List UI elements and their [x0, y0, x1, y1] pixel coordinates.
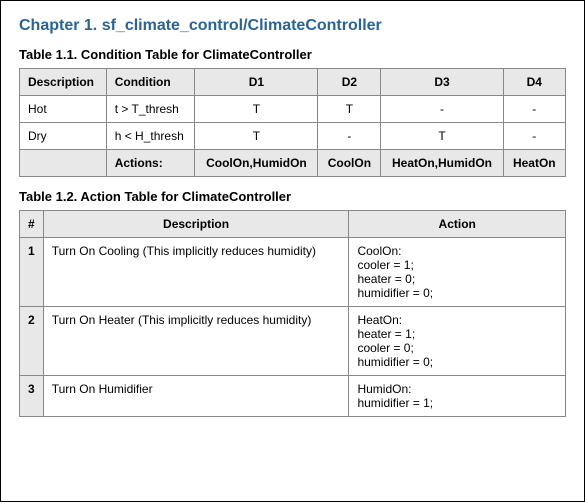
table-row: Dryh < H_threshT-T- — [20, 123, 566, 150]
col-condition: Condition — [106, 69, 195, 96]
cell-action-d1: CoolOn,HumidOn — [195, 150, 318, 177]
action-table-body: 1Turn On Cooling (This implicitly reduce… — [20, 238, 566, 417]
col-d1: D1 — [195, 69, 318, 96]
cell-d4: - — [503, 96, 565, 123]
cell-description: Dry — [20, 123, 107, 150]
table-header-row: # Description Action — [20, 211, 566, 238]
cell-d3: T — [381, 123, 503, 150]
cell-description: Turn On Humidifier — [43, 376, 349, 417]
col-d4: D4 — [503, 69, 565, 96]
col-d2: D2 — [318, 69, 381, 96]
cell-num: 3 — [20, 376, 44, 417]
cell-d2: - — [318, 123, 381, 150]
document-page: Chapter 1. sf_climate_control/ClimateCon… — [0, 0, 585, 502]
cell-num: 1 — [20, 238, 44, 307]
cell-num: 2 — [20, 307, 44, 376]
col-action: Action — [349, 211, 566, 238]
table-row: 2Turn On Heater (This implicitly reduces… — [20, 307, 566, 376]
cell-action-d4: HeatOn — [503, 150, 565, 177]
cell-description: Turn On Heater (This implicitly reduces … — [43, 307, 349, 376]
col-description: Description — [43, 211, 349, 238]
col-d3: D3 — [381, 69, 503, 96]
col-num: # — [20, 211, 44, 238]
cell-d1: T — [195, 96, 318, 123]
condition-table: Description Condition D1 D2 D3 D4 Hott >… — [19, 68, 566, 177]
action-table: # Description Action 1Turn On Cooling (T… — [19, 210, 566, 417]
cell-actions-label: Actions: — [106, 150, 195, 177]
cell-d2: T — [318, 96, 381, 123]
cell-description: Hot — [20, 96, 107, 123]
condition-table-body: Hott > T_threshTT--Dryh < H_threshT-T-Ac… — [20, 96, 566, 177]
cell-action-d2: CoolOn — [318, 150, 381, 177]
col-description: Description — [20, 69, 107, 96]
cell-condition: t > T_thresh — [106, 96, 195, 123]
actions-row: Actions:CoolOn,HumidOnCoolOnHeatOn,Humid… — [20, 150, 566, 177]
cell-action: HumidOn: humidifier = 1; — [349, 376, 566, 417]
table1-title: Table 1.1. Condition Table for ClimateCo… — [19, 47, 566, 62]
table-row: 3Turn On HumidifierHumidOn: humidifier =… — [20, 376, 566, 417]
cell-action-d3: HeatOn,HumidOn — [381, 150, 503, 177]
table-header-row: Description Condition D1 D2 D3 D4 — [20, 69, 566, 96]
table-row: Hott > T_threshTT-- — [20, 96, 566, 123]
cell-d4: - — [503, 123, 565, 150]
cell-d1: T — [195, 123, 318, 150]
cell-description: Turn On Cooling (This implicitly reduces… — [43, 238, 349, 307]
table2-title: Table 1.2. Action Table for ClimateContr… — [19, 189, 566, 204]
cell-action: CoolOn: cooler = 1; heater = 0; humidifi… — [349, 238, 566, 307]
cell-action: HeatOn: heater = 1; cooler = 0; humidifi… — [349, 307, 566, 376]
cell-blank — [20, 150, 107, 177]
table-row: 1Turn On Cooling (This implicitly reduce… — [20, 238, 566, 307]
cell-condition: h < H_thresh — [106, 123, 195, 150]
cell-d3: - — [381, 96, 503, 123]
chapter-title: Chapter 1. sf_climate_control/ClimateCon… — [19, 17, 566, 35]
